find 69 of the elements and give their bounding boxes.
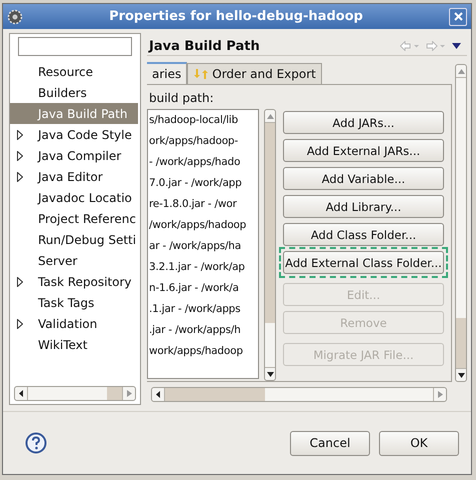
sidebar-item[interactable]: Java Editor	[10, 166, 138, 187]
vertical-scrollbar[interactable]	[455, 64, 467, 382]
back-arrow-icon[interactable]	[400, 41, 420, 51]
expand-triangle-icon[interactable]	[17, 130, 23, 140]
sidebar-item[interactable]: Task Tags	[10, 292, 138, 313]
list-item[interactable]: work/apps/hadoop	[148, 341, 258, 362]
up-arrow-icon[interactable]	[458, 68, 464, 74]
list-item[interactable]: - /work/apps/hado	[148, 152, 258, 173]
page-title: Java Build Path	[149, 38, 261, 54]
sidebar-item[interactable]: Java Build Path	[10, 103, 138, 124]
sidebar-item[interactable]: Builders	[10, 82, 138, 103]
tab[interactable]: aries	[147, 62, 188, 84]
tab[interactable]: Order and Export	[187, 63, 322, 84]
left-arrow-icon[interactable]	[18, 390, 24, 397]
vertical-scrollbar[interactable]	[264, 109, 276, 381]
action-button[interactable]: Add Variable...	[283, 167, 444, 190]
scrollbar-thumb[interactable]	[165, 388, 265, 401]
list-item[interactable]: /work/apps/hadoop	[148, 215, 258, 236]
list-label: build path:	[148, 90, 215, 107]
up-arrow-icon[interactable]	[266, 114, 274, 118]
right-arrow-icon[interactable]	[126, 390, 132, 397]
sidebar-item[interactable]: Task Repository	[10, 271, 138, 292]
action-button[interactable]: Add External JARs...	[283, 139, 444, 162]
list-item[interactable]: s/hadoop-local/lib	[148, 110, 258, 131]
down-arrow-icon[interactable]	[458, 372, 464, 378]
window-title: Properties for hello-debug-hadoop	[108, 9, 364, 24]
list-item[interactable]: .1.jar - /work/apps	[148, 299, 258, 320]
sidebar-item[interactable]: WikiText	[10, 334, 138, 355]
list-item[interactable]: .jar - /work/apps/h	[148, 320, 258, 341]
list-item[interactable]: ar - /work/apps/ha	[148, 236, 258, 257]
filter-field[interactable]	[18, 37, 132, 56]
expand-triangle-icon[interactable]	[17, 318, 23, 328]
list-item[interactable]: re-1.8.0.jar - /wor	[148, 194, 258, 215]
list-item[interactable]: 3.2.1.jar - /work/ap	[148, 257, 258, 278]
action-button[interactable]: Add Library...	[283, 195, 444, 218]
horizontal-scrollbar[interactable]	[151, 387, 447, 402]
help-icon[interactable]	[25, 432, 47, 454]
gear-icon	[7, 8, 23, 24]
list-item[interactable]: 7.0.jar - /work/app	[148, 173, 258, 194]
horizontal-scrollbar[interactable]	[14, 386, 136, 401]
sidebar-item[interactable]: Java Compiler	[10, 145, 138, 166]
swap-arrows-icon	[193, 68, 210, 80]
scrollbar-thumb[interactable]	[265, 123, 275, 323]
sidebar-item[interactable]: Resource	[10, 61, 138, 82]
sidebar-item[interactable]: Javadoc Locatio	[10, 187, 138, 208]
menu-triangle-icon[interactable]	[452, 43, 461, 49]
list-item[interactable]: n-1.6.jar - /work/a	[148, 278, 258, 299]
action-button[interactable]: Add JARs...	[283, 111, 444, 134]
expand-triangle-icon[interactable]	[17, 150, 23, 160]
down-arrow-icon[interactable]	[266, 372, 274, 376]
scrollbar-thumb[interactable]	[107, 387, 122, 400]
action-button[interactable]: Add External Class Folder...	[283, 251, 444, 274]
close-icon[interactable]	[454, 12, 462, 21]
scrollbar-thumb[interactable]	[456, 318, 466, 368]
action-button[interactable]: Add Class Folder...	[283, 223, 444, 246]
right-arrow-icon[interactable]	[438, 391, 442, 398]
forward-arrow-icon[interactable]	[426, 41, 446, 51]
list-item[interactable]: ork/apps/hadoop-	[148, 131, 258, 152]
dialog-button[interactable]: Cancel	[290, 430, 370, 456]
sidebar-item[interactable]: Project Referenc	[10, 208, 138, 229]
expand-triangle-icon[interactable]	[17, 172, 23, 182]
left-arrow-icon[interactable]	[156, 391, 160, 398]
close-button[interactable]	[449, 8, 467, 26]
sidebar-item[interactable]: Server	[10, 250, 138, 271]
sidebar-item[interactable]: Run/Debug Setti	[10, 229, 138, 250]
sidebar-item[interactable]: Validation	[10, 313, 138, 334]
dialog-button[interactable]: OK	[379, 430, 459, 456]
sidebar-item[interactable]: Java Code Style	[10, 124, 138, 145]
expand-triangle-icon[interactable]	[17, 276, 23, 286]
